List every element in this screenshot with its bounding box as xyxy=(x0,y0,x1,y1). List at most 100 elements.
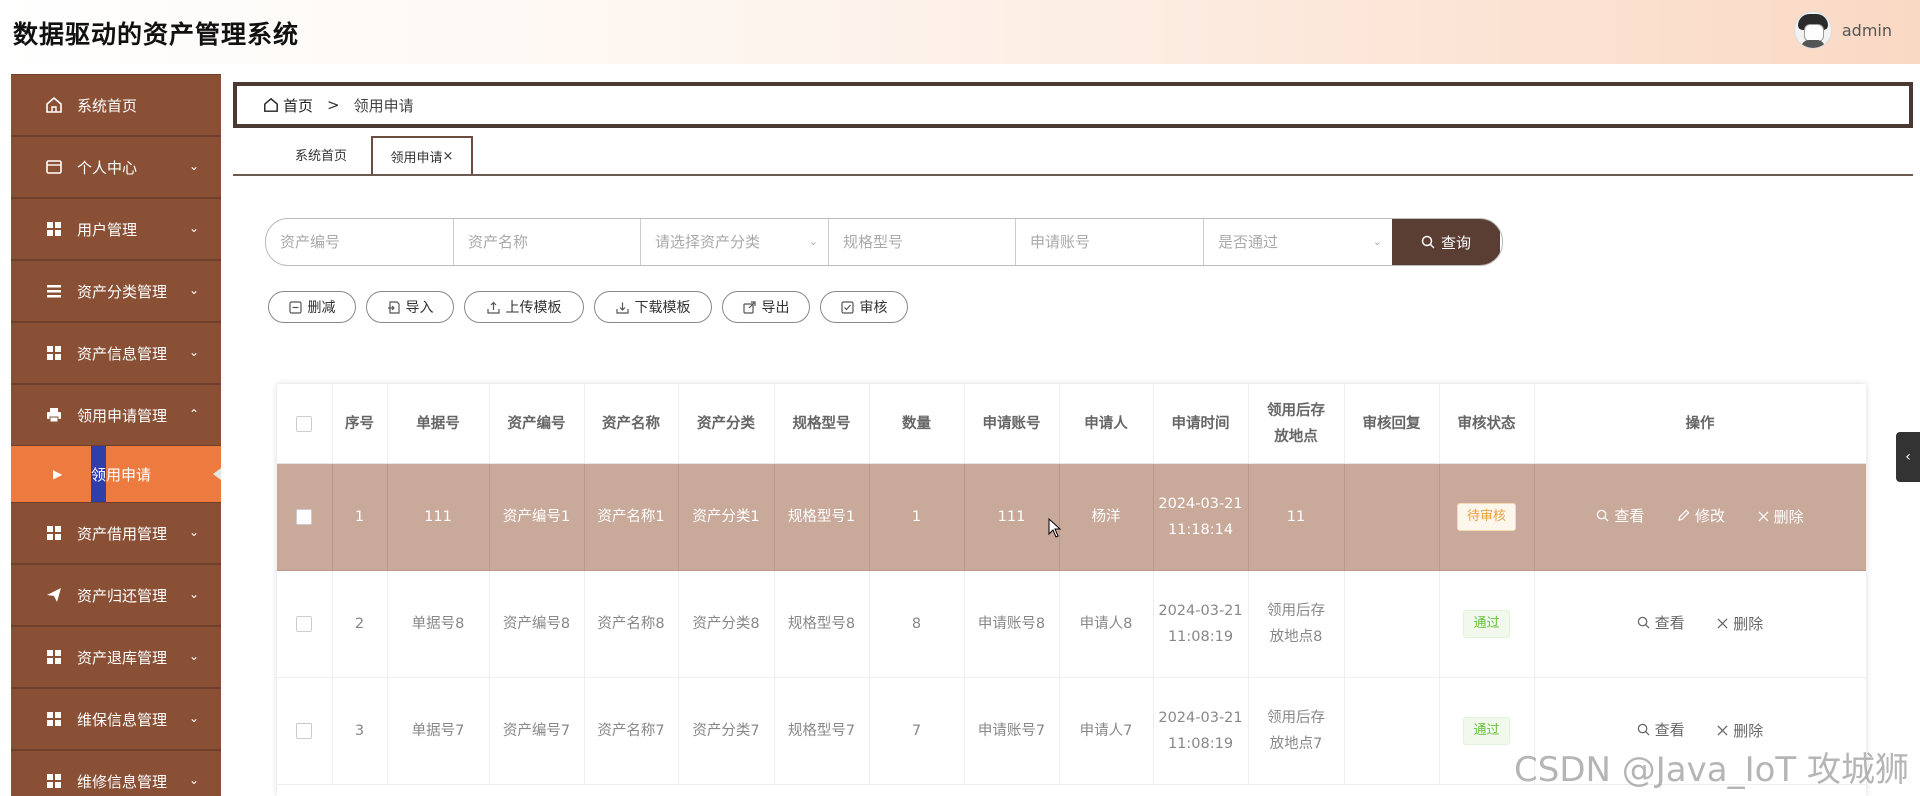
asset-name-input[interactable] xyxy=(454,219,640,265)
sidebar-item-asset-borrow[interactable]: 资产借用管理 ⌄ xyxy=(11,502,221,564)
cell-category: 资产分类8 xyxy=(678,570,775,678)
caret-right-icon: ▶ xyxy=(53,467,63,481)
breadcrumb-home[interactable]: 首页 xyxy=(263,95,313,116)
button-label: 导出 xyxy=(761,300,790,316)
sidebar-item-personal-center[interactable]: 个人中心 ⌄ xyxy=(11,136,221,198)
close-icon xyxy=(1717,618,1728,629)
table-header-row: 序号 单据号 资产编号 资产名称 资产分类 规格型号 数量 申请账号 申请人 申… xyxy=(277,384,1866,464)
row-checkbox[interactable] xyxy=(277,570,333,678)
view-button[interactable]: 查看 xyxy=(1596,503,1644,529)
asset-no-field[interactable] xyxy=(266,219,454,265)
button-label: 下载模板 xyxy=(634,300,691,316)
button-label: 审核 xyxy=(859,300,888,316)
cell-account: 111 xyxy=(964,463,1060,571)
panel-toggle-button[interactable]: ‹ xyxy=(1896,432,1920,482)
cell-applicant: 申请人8 xyxy=(1059,570,1154,678)
download-template-button[interactable]: 下载模板 xyxy=(594,291,712,323)
sidebar-item-asset-info[interactable]: 资产信息管理 ⌄ xyxy=(11,322,221,384)
row-checkbox[interactable] xyxy=(277,463,333,571)
asset-category-select[interactable]: ⌄ xyxy=(641,219,829,265)
username[interactable]: admin xyxy=(1842,21,1892,40)
breadcrumb: 首页 > 领用申请 xyxy=(233,82,1913,128)
sidebar-subitem-requisition[interactable]: ▶ 领用申请 xyxy=(11,446,221,502)
search-icon xyxy=(1597,509,1609,522)
status-badge: 通过 xyxy=(1463,717,1510,745)
import-button[interactable]: 导入 xyxy=(366,291,454,323)
status-badge: 通过 xyxy=(1463,610,1510,638)
grid-icon xyxy=(45,344,63,362)
account-field[interactable] xyxy=(1016,219,1204,265)
view-button[interactable]: 查看 xyxy=(1637,610,1685,636)
table-row[interactable]: 2 单据号8 资产编号8 资产名称8 资产分类8 规格型号8 8 申请账号8 申… xyxy=(277,570,1866,678)
cell-reply xyxy=(1344,677,1440,785)
delete-button[interactable]: 删减 xyxy=(268,291,356,323)
search-button[interactable]: 查询 xyxy=(1392,219,1500,265)
cell-account: 申请账号7 xyxy=(964,677,1060,785)
chevron-down-icon: ⌄ xyxy=(188,587,199,601)
chevron-left-icon: ‹ xyxy=(1905,449,1911,465)
asset-category-input[interactable] xyxy=(641,219,828,265)
active-pointer xyxy=(213,468,221,480)
spec-field[interactable] xyxy=(829,219,1016,265)
sidebar-item-requisition[interactable]: 领用申请管理 ⌃ xyxy=(11,384,221,446)
avatar[interactable] xyxy=(1793,11,1832,49)
account-input[interactable] xyxy=(1016,219,1203,265)
chevron-down-icon: ⌄ xyxy=(188,711,199,725)
view-button[interactable]: 查看 xyxy=(1637,717,1685,743)
cell-location: 领用后存放地点8 xyxy=(1248,570,1345,678)
row-checkbox[interactable] xyxy=(277,677,333,785)
cell-applicant: 申请人7 xyxy=(1059,677,1154,785)
tab-home[interactable]: 系统首页 xyxy=(273,136,369,172)
cell-index: 3 xyxy=(332,677,388,785)
download-icon xyxy=(615,302,629,314)
sidebar-item-asset-return[interactable]: 资产归还管理 ⌄ xyxy=(11,564,221,626)
approved-input[interactable] xyxy=(1204,219,1392,265)
approved-select[interactable]: ⌄ xyxy=(1204,219,1392,265)
cell-doc-no: 单据号8 xyxy=(387,570,490,678)
sidebar-subitem-label: 领用申请 xyxy=(91,465,152,484)
cell-doc-no: 111 xyxy=(387,463,490,571)
tab-bar: 系统首页 领用申请 × xyxy=(233,136,1913,176)
select-all-checkbox[interactable] xyxy=(277,384,333,464)
check-square-icon xyxy=(840,300,854,314)
sidebar-item-home[interactable]: 系统首页 xyxy=(11,74,221,136)
delete-button[interactable]: 删除 xyxy=(1717,718,1763,744)
delete-button[interactable]: 删除 xyxy=(1717,611,1763,637)
delete-label: 删除 xyxy=(1733,614,1764,633)
sidebar-item-maintenance-warranty[interactable]: 维保信息管理 ⌄ xyxy=(11,688,221,750)
asset-no-input[interactable] xyxy=(266,219,453,265)
chevron-down-icon: ⌄ xyxy=(188,773,199,787)
user-menu[interactable]: admin xyxy=(1793,11,1892,49)
sidebar-item-label: 资产信息管理 xyxy=(77,344,168,363)
cell-reply xyxy=(1344,570,1440,678)
button-label: 上传模板 xyxy=(505,300,562,316)
sidebar-item-user-management[interactable]: 用户管理 ⌄ xyxy=(11,198,221,260)
edit-button[interactable]: 修改 xyxy=(1677,503,1725,529)
column-header: 审核状态 xyxy=(1439,384,1535,464)
sidebar-item-repair[interactable]: 维修信息管理 ⌄ xyxy=(11,750,221,796)
audit-button[interactable]: 审核 xyxy=(820,291,908,323)
breadcrumb-home-label[interactable]: 首页 xyxy=(283,95,313,116)
tab-label: 系统首页 xyxy=(294,148,347,164)
sidebar-item-label: 资产借用管理 xyxy=(77,524,168,543)
cell-index: 2 xyxy=(332,570,388,678)
column-header: 单据号 xyxy=(387,384,490,464)
tab-requisition[interactable]: 领用申请 × xyxy=(371,136,473,174)
table-row[interactable]: 1 111 资产编号1 资产名称1 资产分类1 规格型号1 1 111 杨洋 2… xyxy=(277,463,1866,571)
cell-spec: 规格型号7 xyxy=(774,677,870,785)
column-header: 申请账号 xyxy=(964,384,1060,464)
sidebar-item-asset-category[interactable]: 资产分类管理 ⌄ xyxy=(11,260,221,322)
delete-label: 删除 xyxy=(1773,507,1804,526)
cell-asset-no: 资产编号8 xyxy=(489,570,585,678)
close-icon xyxy=(1717,725,1728,736)
export-button[interactable]: 导出 xyxy=(722,291,810,323)
column-header: 资产分类 xyxy=(678,384,775,464)
upload-template-button[interactable]: 上传模板 xyxy=(464,291,584,323)
cell-asset-no: 资产编号1 xyxy=(489,463,585,571)
delete-button[interactable]: 删除 xyxy=(1758,504,1804,530)
sidebar-item-label: 维修信息管理 xyxy=(77,772,168,791)
asset-name-field[interactable] xyxy=(454,219,641,265)
sidebar-item-asset-retire[interactable]: 资产退库管理 ⌄ xyxy=(11,626,221,688)
spec-input[interactable] xyxy=(829,219,1015,265)
close-icon[interactable]: × xyxy=(443,149,454,164)
